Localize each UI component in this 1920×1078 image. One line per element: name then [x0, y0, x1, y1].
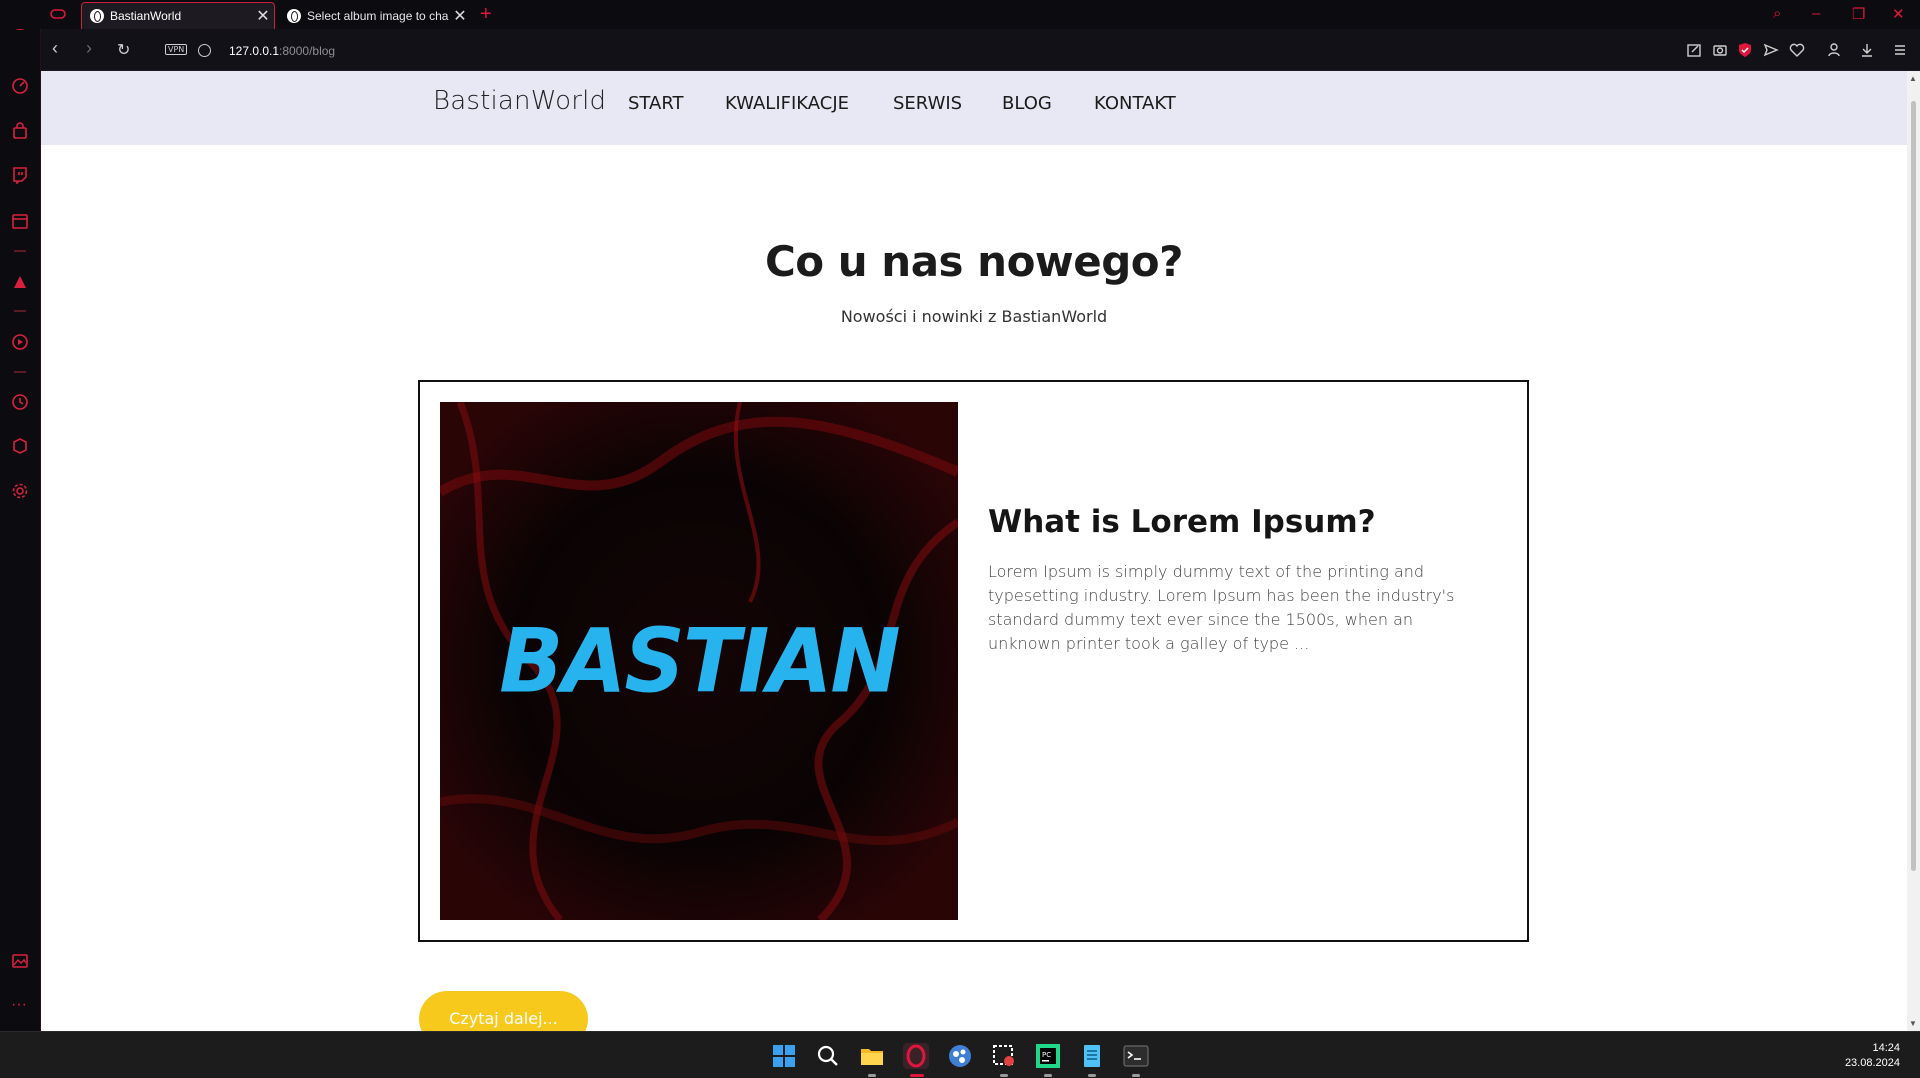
aria-icon[interactable]	[11, 273, 29, 291]
sidebar-divider	[14, 310, 26, 312]
globe-icon	[287, 8, 301, 23]
post-title[interactable]: What is Lorem Ipsum?	[988, 504, 1376, 540]
scrollbar-thumb[interactable]	[1911, 101, 1916, 871]
address-field[interactable]: 127.0.0.1:8000/blog	[229, 44, 335, 58]
browser-sidebar: ···	[0, 0, 41, 1031]
history-icon[interactable]	[11, 393, 29, 411]
running-indicator	[1088, 1074, 1096, 1077]
scroll-up-arrow-icon[interactable]: ▲	[1909, 74, 1917, 83]
shopping-icon[interactable]	[11, 122, 29, 140]
windows-taskbar: PC 14:24 23.08.2024	[0, 1031, 1920, 1078]
download-icon[interactable]	[1859, 42, 1875, 58]
close-icon[interactable]: ✕	[252, 6, 274, 26]
clock-date: 23.08.2024	[1844, 1057, 1900, 1069]
running-indicator	[1000, 1074, 1008, 1077]
menu-icon[interactable]	[1892, 42, 1908, 58]
system-clock[interactable]: 14:24 23.08.2024	[1845, 1041, 1900, 1071]
more-options-icon[interactable]: ···	[11, 997, 29, 1018]
close-window-icon[interactable]: ✕	[1892, 5, 1905, 23]
gallery-icon[interactable]	[11, 952, 29, 970]
search-icon[interactable]	[815, 1043, 841, 1069]
site-brand-link[interactable]: BastianWorld	[433, 86, 606, 116]
running-indicator	[868, 1074, 876, 1077]
post-image[interactable]: BASTIAN	[440, 402, 958, 920]
running-indicator	[1044, 1074, 1052, 1077]
browser-title-bar: BastianWorld ✕ Select album image to cha…	[0, 0, 1920, 29]
camera-icon[interactable]	[1712, 42, 1728, 58]
calendar-icon[interactable]	[11, 212, 29, 230]
file-explorer-icon[interactable]	[859, 1043, 885, 1069]
site-info-globe-icon[interactable]	[198, 44, 211, 57]
nav-link-kwalifikacje[interactable]: KWALIFIKACJE	[725, 93, 849, 114]
scroll-down-arrow-icon[interactable]: ▼	[1909, 1019, 1917, 1028]
windows-start-icon[interactable]	[771, 1043, 797, 1069]
url-path: :8000/blog	[279, 44, 336, 58]
post-excerpt: Lorem Ipsum is simply dummy text of the …	[988, 562, 1455, 653]
sidebar-divider	[14, 250, 26, 252]
search-tabs-icon[interactable]: ⌕	[1773, 5, 1781, 22]
post-image-logo-text: BASTIAN	[499, 609, 900, 713]
page-title: Co u nas nowego?	[764, 237, 1184, 286]
extensions-icon[interactable]	[11, 437, 29, 455]
notepad-icon[interactable]	[1079, 1043, 1105, 1069]
page-viewport: BastianWorld START KWALIFIKACJE SERWIS B…	[41, 71, 1907, 1031]
nav-link-serwis[interactable]: SERWIS	[893, 93, 962, 114]
player-icon[interactable]	[11, 333, 29, 351]
speed-dial-icon[interactable]	[11, 77, 29, 95]
globe-icon	[90, 9, 104, 23]
tab-title: BastianWorld	[110, 9, 182, 23]
opera-taskbar-icon[interactable]	[903, 1043, 929, 1069]
send-icon[interactable]	[1763, 42, 1779, 58]
new-tab-plus-icon[interactable]: +	[480, 3, 492, 26]
read-more-button[interactable]: Czytaj dalej...	[419, 991, 588, 1031]
active-indicator	[910, 1074, 924, 1077]
nav-link-kontakt[interactable]: KONTAKT	[1094, 93, 1176, 114]
heart-icon[interactable]	[1789, 42, 1805, 58]
vpn-badge[interactable]: VPN	[165, 44, 188, 55]
blog-post-card: BASTIAN What is Lorem Ipsum? Lorem Ipsum…	[418, 380, 1529, 942]
back-arrow-icon[interactable]: ‹	[52, 38, 58, 59]
running-indicator	[1132, 1074, 1140, 1077]
terminal-icon[interactable]	[1123, 1043, 1149, 1069]
gamepad-icon[interactable]	[50, 7, 66, 21]
restore-icon[interactable]: ❐	[1852, 5, 1865, 23]
tab-bastianworld[interactable]: BastianWorld ✕	[81, 2, 275, 29]
tab-title: Select album image to cha	[307, 8, 449, 23]
forward-arrow-icon[interactable]: ›	[86, 38, 92, 59]
minimize-icon[interactable]: –	[1812, 5, 1820, 22]
twitch-icon[interactable]	[11, 166, 29, 185]
snipping-tool-icon[interactable]	[991, 1043, 1017, 1069]
pycharm-icon[interactable]: PC	[1035, 1043, 1061, 1069]
tab-select-album[interactable]: Select album image to cha ✕	[279, 2, 471, 29]
nav-link-blog[interactable]: BLOG	[1002, 93, 1052, 114]
nav-link-start[interactable]: START	[628, 93, 684, 114]
snapshot-share-icon[interactable]	[1686, 42, 1702, 58]
svg-text:PC: PC	[1042, 1051, 1051, 1059]
sidebar-divider	[14, 371, 26, 373]
app-blue-circle-icon[interactable]	[947, 1043, 973, 1069]
settings-gear-icon[interactable]	[11, 482, 29, 500]
site-navbar: BastianWorld START KWALIFIKACJE SERWIS B…	[41, 71, 1907, 145]
profile-icon[interactable]	[1826, 42, 1842, 58]
page-subtitle: Nowości i nowinki z BastianWorld	[840, 307, 1108, 326]
adblock-shield-icon[interactable]	[1737, 42, 1753, 58]
close-icon[interactable]: ✕	[449, 6, 471, 26]
reload-icon[interactable]: ↻	[117, 40, 130, 60]
url-host: 127.0.0.1	[229, 44, 280, 58]
page-scrollbar[interactable]: ▲ ▼	[1907, 71, 1920, 1031]
clock-time: 14:24	[1872, 1042, 1900, 1054]
